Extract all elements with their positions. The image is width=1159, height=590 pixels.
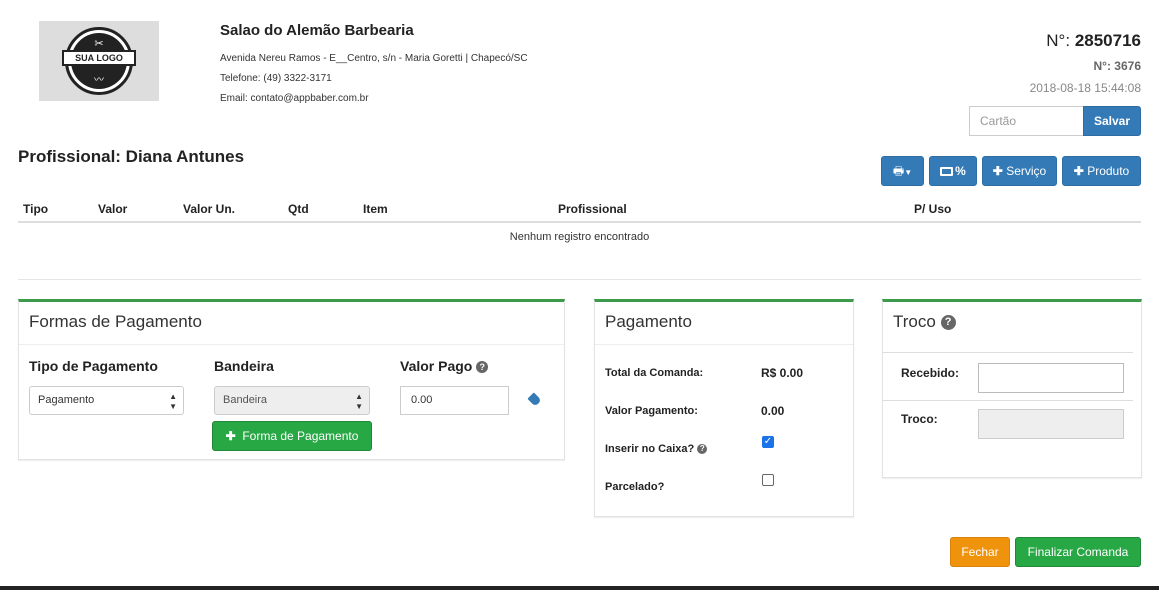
order-number: N°: 2850716 (1046, 31, 1141, 51)
payment-type-selected: Pagamento (38, 394, 95, 406)
select-arrows-icon: ▲ ▼ (169, 392, 177, 411)
change-input (978, 409, 1124, 439)
paid-value-input[interactable]: 0.00 (400, 386, 509, 415)
plus-icon: ✚ (1073, 164, 1084, 178)
add-payment-method-button[interactable]: ✚ Forma de Pagamento (212, 421, 372, 451)
cash-register-checkbox[interactable]: ✓ (762, 436, 774, 448)
installment-checkbox[interactable] (762, 474, 774, 486)
add-payment-method-label: Forma de Pagamento (242, 429, 359, 443)
discount-button[interactable]: % (929, 156, 977, 186)
panel-title-row: Troco ? (883, 302, 1141, 345)
add-product-label: Produto (1087, 164, 1130, 178)
paid-value-label: Valor Pago ? (400, 358, 489, 374)
page-title: Profissional: Diana Antunes (18, 147, 245, 166)
plus-icon: ✚ (992, 164, 1003, 178)
company-logo: ✂ 〰 SUA LOGO (39, 21, 159, 101)
change-label: Troco: (901, 412, 938, 426)
logo-badge: ✂ 〰 SUA LOGO (62, 27, 136, 95)
received-row: Recebido: (883, 352, 1133, 400)
column-header: Valor Un. (183, 202, 236, 216)
brand-select[interactable]: Bandeira ▲ ▼ (214, 386, 370, 415)
company-email: Email: contato@appbaber.com.br (220, 93, 369, 104)
order-number-label: N°: (1046, 31, 1071, 50)
cash-register-label: Inserir no Caixa? ? (605, 443, 708, 455)
payment-panel: Pagamento Total da Comanda: R$ 0.00 Valo… (594, 299, 854, 517)
payment-type-select[interactable]: Pagamento ▲ ▼ (29, 386, 184, 415)
order-sub-number: N°: 3676 (1093, 59, 1142, 73)
help-icon[interactable]: ? (476, 361, 489, 374)
column-header: Profissional (558, 202, 627, 216)
received-label: Recebido: (901, 366, 960, 380)
column-header: Qtd (288, 202, 309, 216)
brand-label: Bandeira (214, 358, 274, 374)
order-datetime: 2018-08-18 15:44:08 (1029, 81, 1141, 95)
card-input[interactable] (969, 106, 1084, 136)
payment-methods-panel: Formas de Pagamento Tipo de Pagamento Ba… (18, 299, 565, 460)
add-service-button[interactable]: ✚ Serviço (982, 156, 1057, 186)
order-number-value: 2850716 (1074, 31, 1141, 50)
finish-order-button[interactable]: Finalizar Comanda (1015, 537, 1141, 567)
add-product-button[interactable]: ✚ Produto (1062, 156, 1141, 186)
empty-table-message: Nenhum registro encontrado (509, 231, 650, 243)
company-name: Salao do Alemão Barbearia (220, 22, 414, 39)
paid-value-label-text: Valor Pago (400, 358, 473, 374)
print-icon: 🖶 (892, 164, 905, 178)
total-label: Total da Comanda: (605, 367, 704, 379)
brand-selected: Bandeira (223, 394, 268, 406)
save-button[interactable]: Salvar (1083, 106, 1141, 136)
column-header: Item (363, 202, 388, 216)
panel-title: Pagamento (595, 302, 853, 345)
column-header: Valor (98, 202, 128, 216)
add-service-label: Serviço (1006, 164, 1047, 178)
dropdown-caret-icon: ▼ (904, 168, 913, 177)
total-value: R$ 0.00 (761, 366, 804, 380)
column-header: Tipo (23, 202, 49, 216)
plus-icon: ✚ (225, 429, 236, 443)
scissors-icon: ✂ (94, 38, 104, 50)
cash-register-label-text: Inserir no Caixa? (605, 443, 695, 455)
tag-icon[interactable] (527, 392, 542, 407)
divider (18, 279, 1141, 280)
money-icon (940, 167, 954, 177)
discount-label: % (955, 164, 966, 178)
print-button[interactable]: 🖶▼ (881, 156, 924, 186)
column-header: P/ Uso (914, 202, 952, 216)
bottom-edge (0, 586, 1159, 590)
paid-amount-label: Valor Pagamento: (605, 405, 698, 417)
company-address: Avenida Nereu Ramos - E__Centro, s/n - M… (220, 53, 528, 64)
close-button[interactable]: Fechar (950, 537, 1010, 567)
logo-text: SUA LOGO (62, 50, 136, 66)
items-table-header: Tipo Valor Valor Un. Qtd Item Profission… (18, 195, 1141, 223)
company-phone: Telefone: (49) 3322-3171 (220, 73, 332, 84)
installment-label: Parcelado? (605, 481, 665, 493)
received-input[interactable] (978, 363, 1124, 393)
panel-title: Formas de Pagamento (19, 302, 564, 345)
select-arrows-icon: ▲ ▼ (355, 392, 363, 411)
payment-type-label: Tipo de Pagamento (29, 358, 158, 374)
mustache-icon: 〰 (94, 75, 104, 86)
paid-amount-value: 0.00 (761, 404, 785, 418)
panel-title: Troco (893, 312, 936, 331)
change-panel: Troco ? Recebido: Troco: (882, 299, 1142, 478)
help-icon[interactable]: ? (940, 315, 956, 331)
help-icon[interactable]: ? (697, 444, 708, 455)
change-row: Troco: (883, 400, 1133, 448)
